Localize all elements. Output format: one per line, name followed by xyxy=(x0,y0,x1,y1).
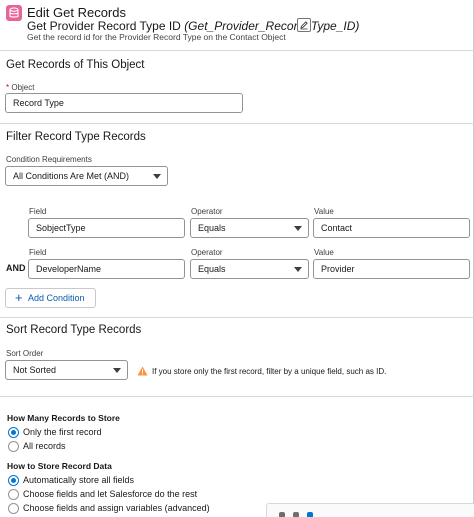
radio-button[interactable] xyxy=(8,441,19,452)
radio-button[interactable] xyxy=(8,489,19,500)
add-condition-button[interactable]: + Add Condition xyxy=(5,288,96,308)
modal-title: Edit Get Records xyxy=(27,5,126,20)
condition-value-input[interactable]: Provider xyxy=(313,259,470,279)
and-connector: AND xyxy=(6,263,26,273)
element-label: Get Provider Record Type ID xyxy=(27,19,181,33)
value-label: Value xyxy=(314,207,334,216)
toolbar-icon[interactable] xyxy=(293,512,299,517)
plus-icon: + xyxy=(15,290,23,305)
field-label: Field xyxy=(29,248,47,257)
condition-operator-select[interactable]: Equals xyxy=(190,259,309,279)
get-records-icon xyxy=(6,5,22,21)
divider xyxy=(0,396,474,397)
chevron-down-icon xyxy=(113,368,121,373)
toolbar-icon[interactable] xyxy=(307,512,313,517)
condition-value-input[interactable]: Contact xyxy=(313,218,470,238)
condition-requirements-select[interactable]: All Conditions Are Met (AND) xyxy=(5,166,168,186)
sort-order-select[interactable]: Not Sorted xyxy=(5,360,128,380)
canvas-mini-toolbar xyxy=(266,503,474,517)
section-title-get-records: Get Records of This Object xyxy=(6,59,145,71)
divider xyxy=(0,317,474,318)
toolbar-icon[interactable] xyxy=(279,512,285,517)
pencil-icon xyxy=(300,21,308,30)
element-description: Get the record id for the Provider Recor… xyxy=(27,32,286,42)
divider xyxy=(0,123,474,124)
operator-label: Operator xyxy=(191,207,223,216)
object-label: * Object xyxy=(6,83,35,92)
modal-header: Edit Get Records Get Provider Record Typ… xyxy=(0,0,474,44)
required-marker: * xyxy=(6,83,10,92)
operator-label: Operator xyxy=(191,248,223,257)
condition-operator-select[interactable]: Equals xyxy=(190,218,309,238)
divider xyxy=(0,50,474,51)
condition-requirements-label: Condition Requirements xyxy=(6,155,92,164)
chevron-down-icon xyxy=(153,174,161,179)
condition-field-input[interactable]: DeveloperName xyxy=(28,259,185,279)
radio-button[interactable] xyxy=(8,475,19,486)
radio-button[interactable] xyxy=(8,427,19,438)
radio-button[interactable] xyxy=(8,503,19,514)
edit-label-button[interactable] xyxy=(297,18,311,32)
chevron-down-icon xyxy=(294,267,302,272)
element-api-name: (Get_Provider_Record_Type_ID) xyxy=(184,19,360,33)
field-label: Field xyxy=(29,207,47,216)
sort-order-label: Sort Order xyxy=(6,349,44,358)
condition-field-input[interactable]: SobjectType xyxy=(28,218,185,238)
value-label: Value xyxy=(314,248,334,257)
warning-icon xyxy=(137,366,148,376)
sort-warning-text: If you store only the first record, filt… xyxy=(152,367,387,376)
section-title-filter: Filter Record Type Records xyxy=(6,131,146,143)
how-to-store-label: How to Store Record Data xyxy=(7,461,112,471)
section-title-sort: Sort Record Type Records xyxy=(6,324,142,336)
object-input[interactable]: Record Type xyxy=(5,93,243,113)
how-many-records-label: How Many Records to Store xyxy=(7,413,120,423)
chevron-down-icon xyxy=(294,226,302,231)
